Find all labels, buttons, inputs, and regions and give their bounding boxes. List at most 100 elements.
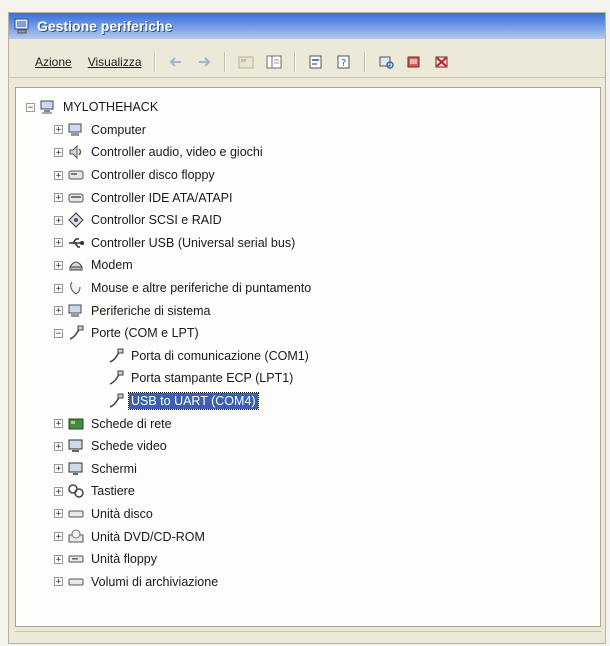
scan-hardware-icon bbox=[379, 56, 394, 69]
tree-item-label: Unità disco bbox=[91, 506, 153, 521]
expand-icon[interactable]: + bbox=[54, 147, 63, 157]
tree-item-ports[interactable]: − Porte (COM e LPT) bbox=[16, 322, 600, 345]
tree-item-label: Mouse e altre periferiche di puntamento bbox=[91, 281, 312, 296]
tree-item-floppy-drives[interactable]: + Unità floppy bbox=[16, 548, 600, 571]
tree-item-lpt1[interactable]: Porta stampante ECP (LPT1) bbox=[16, 367, 600, 390]
properties-icon bbox=[309, 55, 322, 69]
tree-item-audio[interactable]: + Controller audio, video e giochi bbox=[16, 141, 600, 164]
tree-root-label: MYLOTHEHACK bbox=[63, 100, 159, 115]
expand-icon[interactable]: + bbox=[54, 509, 63, 519]
system-device-icon bbox=[68, 304, 82, 317]
storage-volume-icon bbox=[68, 578, 84, 586]
disable-device-button[interactable] bbox=[431, 51, 453, 73]
tree-item-label: Controllor SCSI e RAID bbox=[91, 213, 222, 228]
expand-icon[interactable]: + bbox=[54, 486, 63, 496]
expand-icon[interactable]: + bbox=[54, 554, 63, 564]
device-manager-window: Gestione periferiche Azione Visualizza ? bbox=[8, 12, 606, 644]
tree-item-label: Unità DVD/CD-ROM bbox=[91, 529, 205, 544]
toolbar: Azione Visualizza ? bbox=[9, 47, 605, 78]
tree-item-keyboards[interactable]: + Tastiere bbox=[16, 480, 600, 503]
floppy-drive-icon bbox=[68, 555, 84, 563]
tree-item-label: Porta stampante ECP (LPT1) bbox=[131, 371, 294, 386]
computer-icon bbox=[68, 123, 82, 136]
forward-button[interactable] bbox=[193, 51, 215, 73]
up-level-button[interactable] bbox=[235, 51, 257, 73]
menu-azione-label: Azione bbox=[35, 55, 72, 69]
properties-button[interactable] bbox=[305, 51, 327, 73]
expand-icon[interactable]: + bbox=[54, 238, 63, 248]
expand-icon[interactable]: + bbox=[54, 441, 63, 451]
tree-item-label: Controller disco floppy bbox=[91, 168, 215, 183]
tree-item-label: Schede video bbox=[91, 439, 167, 454]
expand-icon[interactable]: + bbox=[54, 532, 63, 542]
keyboard-icon bbox=[68, 484, 84, 499]
scsi-icon bbox=[68, 212, 84, 228]
title-bar[interactable]: Gestione periferiche bbox=[9, 13, 605, 39]
toolbar-separator bbox=[293, 52, 296, 72]
back-button[interactable] bbox=[165, 51, 187, 73]
expand-icon[interactable]: + bbox=[54, 193, 63, 203]
device-tree-pane[interactable]: − MYLOTHEHACK + Computer + Controller au… bbox=[15, 87, 601, 627]
tree-item-computer[interactable]: + Computer bbox=[16, 119, 600, 142]
floppy-controller-icon bbox=[68, 170, 84, 180]
tree-item-usb-to-uart[interactable]: USB to UART (COM4) bbox=[16, 390, 600, 413]
disk-drive-icon bbox=[68, 510, 84, 518]
tree-item-usb-controller[interactable]: + Controller USB (Universal serial bus) bbox=[16, 232, 600, 255]
expand-icon[interactable]: + bbox=[54, 170, 63, 180]
tree-item-label: Porte (COM e LPT) bbox=[91, 326, 199, 341]
tree-item-modem[interactable]: + Modem bbox=[16, 254, 600, 277]
window-title: Gestione periferiche bbox=[37, 18, 173, 34]
view-icon bbox=[238, 56, 254, 69]
toolbar-separator bbox=[153, 52, 156, 72]
expand-icon[interactable]: + bbox=[54, 419, 63, 429]
expand-icon[interactable]: + bbox=[54, 577, 63, 587]
menu-azione[interactable]: Azione bbox=[29, 53, 78, 71]
tree-item-label: Periferiche di sistema bbox=[91, 303, 211, 318]
menu-visualizza[interactable]: Visualizza bbox=[82, 53, 148, 71]
collapse-icon[interactable]: − bbox=[26, 102, 35, 112]
port-icon bbox=[109, 393, 124, 408]
tree-item-floppy-controller[interactable]: + Controller disco floppy bbox=[16, 164, 600, 187]
tree-item-label: Controller IDE ATA/ATAPI bbox=[91, 190, 233, 205]
tree-item-com1[interactable]: Porta di comunicazione (COM1) bbox=[16, 345, 600, 368]
tree-item-ide-controller[interactable]: + Controller IDE ATA/ATAPI bbox=[16, 186, 600, 209]
tree-item-label: Schermi bbox=[91, 461, 137, 476]
port-icon bbox=[69, 325, 84, 340]
dvd-icon bbox=[68, 529, 84, 543]
device-manager-icon bbox=[14, 18, 29, 34]
expand-icon[interactable]: + bbox=[54, 260, 63, 270]
disable-device-icon bbox=[435, 56, 448, 68]
tree-item-dvd-cdrom[interactable]: + Unità DVD/CD-ROM bbox=[16, 525, 600, 548]
tree-item-label: Modem bbox=[91, 258, 133, 273]
tree-item-label: Tastiere bbox=[91, 484, 135, 499]
tree-item-label-selected: USB to UART (COM4) bbox=[128, 392, 259, 411]
port-icon bbox=[109, 370, 124, 386]
scan-hardware-button[interactable] bbox=[375, 51, 397, 73]
tree-item-label: Computer bbox=[91, 122, 146, 137]
tree-item-monitors[interactable]: + Schermi bbox=[16, 458, 600, 481]
expand-icon[interactable]: + bbox=[54, 283, 63, 293]
tree-item-disk-drives[interactable]: + Unità disco bbox=[16, 503, 600, 526]
expand-icon[interactable]: + bbox=[54, 125, 63, 135]
tree-item-network-cards[interactable]: + Schede di rete bbox=[16, 412, 600, 435]
toolbar-separator bbox=[223, 52, 226, 72]
expand-icon[interactable]: + bbox=[54, 215, 63, 225]
collapse-icon[interactable]: − bbox=[54, 328, 63, 338]
tree-item-system-devices[interactable]: + Periferiche di sistema bbox=[16, 299, 600, 322]
tree-root[interactable]: − MYLOTHEHACK bbox=[16, 96, 600, 119]
help-button[interactable]: ? bbox=[333, 51, 355, 73]
menu-visualizza-label: Visualizza bbox=[87, 55, 142, 69]
update-driver-button[interactable] bbox=[403, 51, 425, 73]
expand-icon[interactable]: + bbox=[54, 306, 63, 316]
tree-item-storage-volumes[interactable]: + Volumi di archiviazione bbox=[16, 570, 600, 593]
tree-item-video-cards[interactable]: + Schede video bbox=[16, 435, 600, 458]
show-hide-tree-button[interactable] bbox=[263, 51, 285, 73]
properties-pane-icon bbox=[266, 55, 282, 69]
svg-text:?: ? bbox=[341, 58, 346, 69]
expand-icon[interactable]: + bbox=[54, 464, 63, 474]
forward-icon bbox=[198, 57, 210, 67]
tree-item-scsi-raid[interactable]: + Controllor SCSI e RAID bbox=[16, 209, 600, 232]
tree-item-mouse[interactable]: + Mouse e altre periferiche di puntament… bbox=[16, 277, 600, 300]
monitor-icon bbox=[68, 462, 83, 475]
status-bar bbox=[15, 631, 601, 644]
